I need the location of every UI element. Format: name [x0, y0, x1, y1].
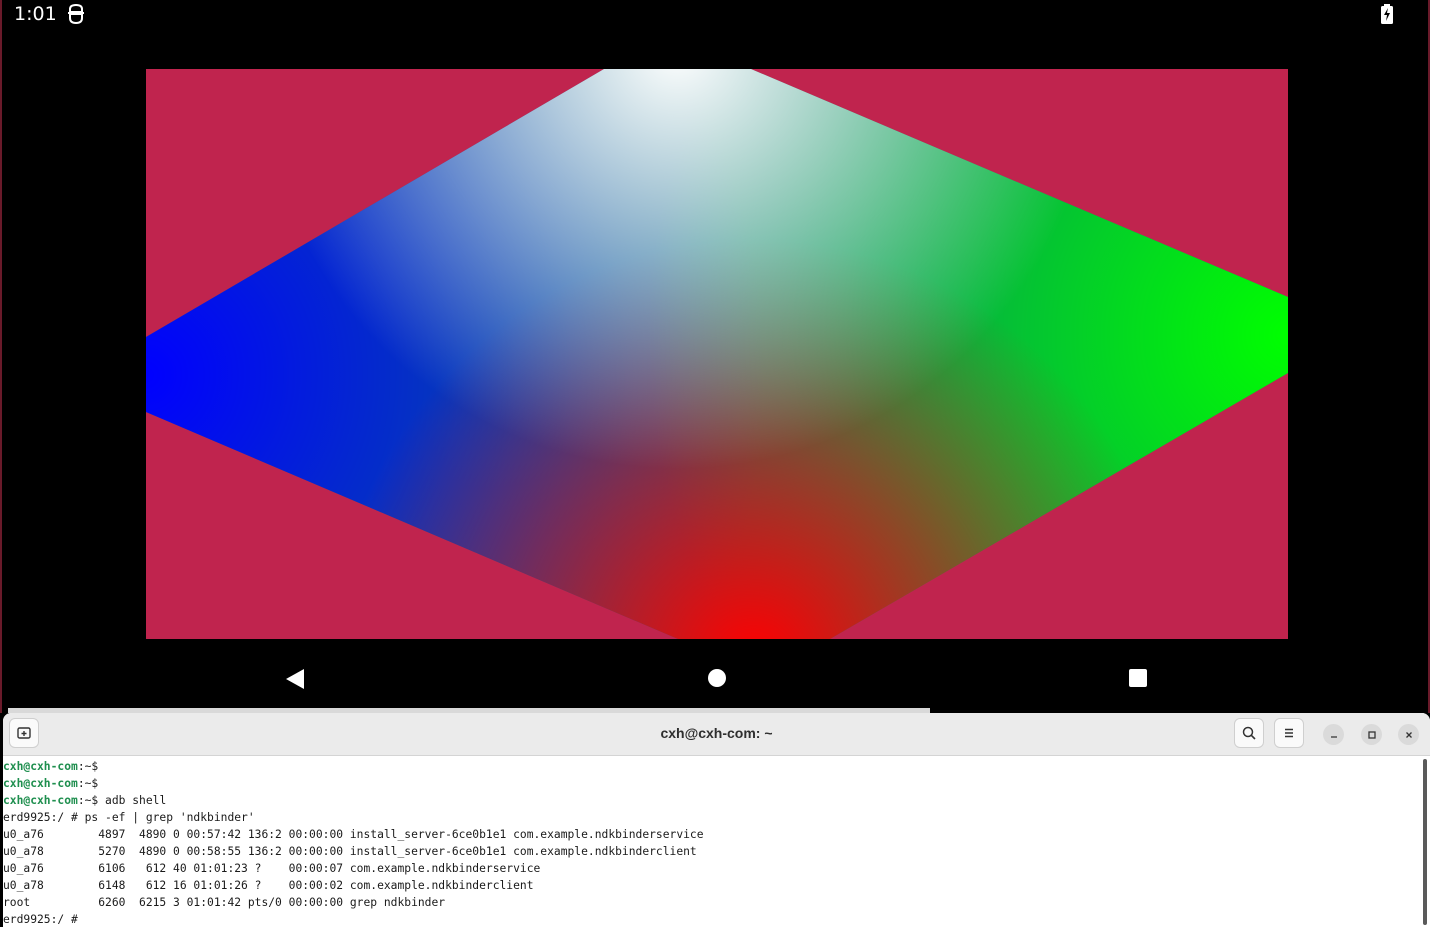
terminal-scrollbar[interactable]	[1423, 759, 1427, 925]
android-debug-icon	[68, 3, 84, 25]
terminal-line: root 6260 6215 3 01:01:42 pts/0 00:00:00…	[3, 894, 1418, 911]
terminal-line: cxh@cxh-com:~$	[3, 775, 1418, 792]
search-button[interactable]	[1234, 718, 1264, 748]
terminal-output[interactable]: cxh@cxh-com:~$ cxh@cxh-com:~$ cxh@cxh-com:…	[3, 757, 1418, 927]
home-circle-icon[interactable]	[707, 668, 727, 688]
minimize-icon	[1330, 735, 1337, 738]
android-emulator-screen: 1:01	[0, 0, 1430, 713]
terminal-line: erd9925:/ # ps -ef | grep 'ndkbinder'	[3, 809, 1418, 826]
terminal-line-text: u0_a78 5270 4890 0 00:58:55 136:2 00:00:…	[3, 845, 697, 858]
terminal-titlebar[interactable]: cxh@cxh-com: ~	[3, 713, 1430, 756]
menu-button[interactable]	[1274, 718, 1304, 748]
close-button[interactable]	[1398, 724, 1419, 745]
terminal-line: u0_a78 5270 4890 0 00:58:55 136:2 00:00:…	[3, 843, 1418, 860]
window-title: cxh@cxh-com: ~	[660, 725, 773, 741]
shell-prompt: cxh@cxh-com	[3, 760, 78, 773]
battery-charging-icon	[1381, 4, 1393, 24]
terminal-line: cxh@cxh-com:~$	[3, 758, 1418, 775]
terminal-line: u0_a76 6106 612 40 01:01:23 ? 00:00:07 c…	[3, 860, 1418, 877]
minimize-button[interactable]	[1323, 724, 1344, 745]
terminal-line-text: root 6260 6215 3 01:01:42 pts/0 00:00:00…	[3, 896, 446, 909]
shell-prompt: cxh@cxh-com	[3, 777, 78, 790]
terminal-window[interactable]: cxh@cxh-com: ~ cxh@cxh-com:~$ cxh@cxh-co…	[3, 713, 1430, 927]
opengl-triangle-surface[interactable]	[146, 69, 1288, 639]
terminal-line: u0_a76 4897 4890 0 00:57:42 136:2 00:00:…	[3, 826, 1418, 843]
terminal-line: erd9925:/ #	[3, 911, 1418, 927]
shell-prompt-path: :~$	[77, 760, 99, 773]
terminal-line-text: erd9925:/ #	[3, 913, 78, 926]
shell-prompt-path: :~$	[77, 777, 99, 790]
back-triangle-icon[interactable]	[284, 668, 306, 690]
maximize-button[interactable]	[1361, 724, 1382, 745]
terminal-line: cxh@cxh-com:~$ adb shell	[3, 792, 1418, 809]
terminal-line-text: erd9925:/ # ps -ef | grep 'ndkbinder'	[3, 811, 255, 824]
shell-prompt-path: :~$	[77, 794, 99, 807]
terminal-line: u0_a78 6148 612 16 01:01:26 ? 00:00:02 c…	[3, 877, 1418, 894]
status-bar-time: 1:01	[14, 3, 57, 25]
terminal-line-text: u0_a78 6148 612 16 01:01:26 ? 00:00:02 c…	[3, 879, 534, 892]
terminal-line-text: u0_a76 6106 612 40 01:01:23 ? 00:00:07 c…	[3, 862, 541, 875]
recents-square-icon[interactable]	[1128, 668, 1148, 688]
maximize-icon	[1367, 730, 1376, 739]
terminal-line-text: u0_a76 4897 4890 0 00:57:42 136:2 00:00:…	[3, 828, 704, 841]
close-icon	[1405, 731, 1412, 738]
hamburger-menu-icon	[1285, 728, 1293, 738]
terminal-line-text: adb shell	[98, 794, 167, 807]
shell-prompt: cxh@cxh-com	[3, 794, 78, 807]
search-icon	[1242, 726, 1256, 740]
